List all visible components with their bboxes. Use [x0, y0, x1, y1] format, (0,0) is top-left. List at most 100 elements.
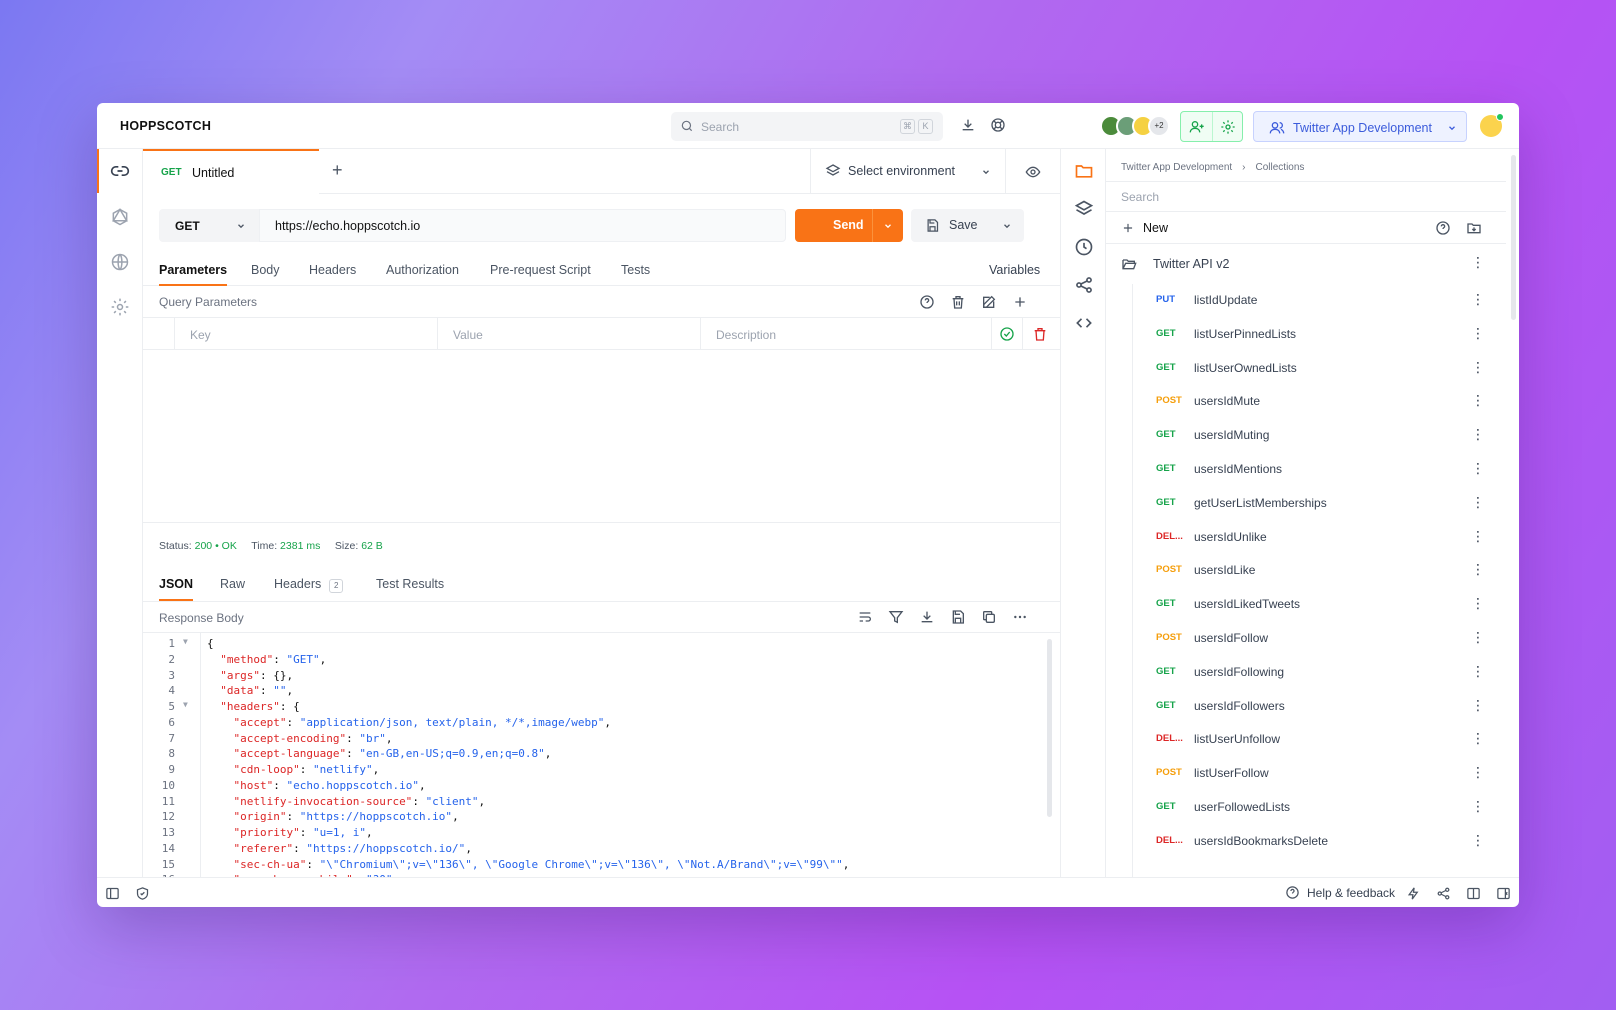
collection-request-item[interactable]: GET listUserOwnedLists ⋮: [1106, 350, 1506, 384]
import-folder-icon[interactable]: [1466, 220, 1482, 236]
chevron-down-icon[interactable]: [1002, 221, 1012, 231]
more-vertical-icon[interactable]: ⋮: [1471, 460, 1485, 477]
collection-request-item[interactable]: GET usersIdMentions ⋮: [1106, 451, 1506, 485]
save-icon[interactable]: [950, 609, 966, 625]
filter-icon[interactable]: [888, 609, 904, 625]
more-vertical-icon[interactable]: ⋮: [1471, 832, 1485, 849]
breadcrumb-workspace[interactable]: Twitter App Development: [1121, 162, 1232, 173]
more-vertical-icon[interactable]: ⋮: [1471, 730, 1485, 747]
tab-parameters[interactable]: Parameters: [159, 263, 228, 286]
collections-search-input[interactable]: Search: [1106, 181, 1506, 212]
more-vertical-icon[interactable]: ⋮: [1471, 561, 1485, 578]
panel-divider[interactable]: [143, 522, 1060, 523]
app-brand[interactable]: HOPPSCOTCH: [120, 119, 211, 133]
rest-link-icon[interactable]: [110, 161, 130, 181]
fold-arrow-icon[interactable]: ▼: [183, 637, 188, 646]
trash-icon[interactable]: [950, 294, 966, 310]
more-vertical-icon[interactable]: ⋮: [1471, 697, 1485, 714]
download-icon[interactable]: [919, 609, 935, 625]
response-body-code[interactable]: 1 ▼{2 "method": "GET", 3 "args": {}, 4 "dat…: [143, 633, 1060, 877]
plus-icon[interactable]: [1012, 294, 1028, 310]
settings-icon[interactable]: [110, 297, 130, 317]
lightning-icon[interactable]: [1406, 886, 1421, 901]
wrap-lines-icon[interactable]: [857, 609, 873, 625]
more-vertical-icon[interactable]: ⋮: [1471, 798, 1485, 815]
method-select[interactable]: GET: [159, 209, 259, 242]
new-collection-button[interactable]: New: [1143, 221, 1168, 235]
collection-request-item[interactable]: PUT listIdUpdate ⋮: [1106, 282, 1506, 316]
collections-scrollbar[interactable]: [1511, 155, 1516, 320]
tab-json[interactable]: JSON: [159, 577, 194, 601]
url-input[interactable]: https://echo.hoppscotch.io: [259, 209, 786, 242]
collection-request-item[interactable]: POST usersIdMute ⋮: [1106, 383, 1506, 417]
tab-body[interactable]: Body: [251, 263, 280, 277]
more-vertical-icon[interactable]: ⋮: [1471, 359, 1485, 376]
collection-request-item[interactable]: GET userFollowedLists ⋮: [1106, 789, 1506, 823]
collection-request-item[interactable]: GET getUserListMemberships ⋮: [1106, 485, 1506, 519]
tab-tests[interactable]: Tests: [621, 263, 650, 277]
collection-request-item[interactable]: DEL... usersIdUnlike ⋮: [1106, 519, 1506, 553]
gear-icon[interactable]: [1220, 119, 1236, 135]
download-icon[interactable]: [960, 117, 976, 133]
right-sidebar-toggle-icon[interactable]: [1496, 886, 1511, 901]
history-icon[interactable]: [1074, 237, 1094, 257]
more-vertical-icon[interactable]: ⋮: [1471, 494, 1485, 511]
collection-request-item[interactable]: POST usersIdFollow ⋮: [1106, 620, 1506, 654]
collection-request-item[interactable]: GET listUserPinnedLists ⋮: [1106, 316, 1506, 350]
environment-view-button[interactable]: [1005, 149, 1060, 194]
layers-icon[interactable]: [1074, 199, 1094, 219]
variables-link[interactable]: Variables: [989, 263, 1040, 277]
more-vertical-icon[interactable]: ⋮: [1471, 595, 1485, 612]
share-icon[interactable]: [1436, 886, 1451, 901]
tab-response-headers[interactable]: Headers 2: [274, 577, 344, 593]
description-input[interactable]: Description: [700, 318, 991, 350]
shield-icon[interactable]: [135, 886, 150, 901]
value-input[interactable]: Value: [437, 318, 700, 350]
collection-request-item[interactable]: POST usersIdLike ⋮: [1106, 552, 1506, 586]
request-tab[interactable]: GET Untitled: [143, 149, 319, 194]
more-vertical-icon[interactable]: ⋮: [1471, 764, 1485, 781]
add-user-icon[interactable]: [1189, 119, 1205, 135]
folder-icon[interactable]: [1074, 161, 1094, 181]
collection-request-item[interactable]: GET usersIdFollowing ⋮: [1106, 654, 1506, 688]
environment-selector[interactable]: Select environment: [810, 149, 1005, 194]
key-input[interactable]: Key: [174, 318, 437, 350]
code-icon[interactable]: [1074, 313, 1094, 333]
more-vertical-icon[interactable]: ⋮: [1471, 254, 1485, 271]
more-vertical-icon[interactable]: ⋮: [1471, 426, 1485, 443]
chevron-down-icon[interactable]: [883, 221, 893, 231]
collection-folder[interactable]: Twitter API v2 ⋮: [1106, 244, 1506, 282]
delete-row-button[interactable]: [1022, 318, 1060, 350]
more-vertical-icon[interactable]: ⋮: [1471, 392, 1485, 409]
workspace-selector[interactable]: Twitter App Development: [1253, 111, 1467, 142]
graphql-icon[interactable]: [110, 207, 130, 227]
collection-request-item[interactable]: GET usersIdLikedTweets ⋮: [1106, 586, 1506, 620]
collection-request-item[interactable]: DEL... listUserUnfollow ⋮: [1106, 721, 1506, 755]
user-avatar[interactable]: [1480, 113, 1504, 137]
collection-request-item[interactable]: GET usersIdMuting ⋮: [1106, 417, 1506, 451]
tab-authorization[interactable]: Authorization: [386, 263, 459, 277]
fold-arrow-icon[interactable]: ▼: [183, 700, 188, 709]
more-vertical-icon[interactable]: ⋮: [1471, 528, 1485, 545]
collection-request-item[interactable]: POST listUserFollow ⋮: [1106, 755, 1506, 789]
sidebar-toggle-icon[interactable]: [105, 886, 120, 901]
tab-headers[interactable]: Headers: [309, 263, 356, 277]
collection-request-item[interactable]: GET usersIdFollowers ⋮: [1106, 688, 1506, 722]
save-button[interactable]: Save: [911, 209, 1024, 242]
more-vertical-icon[interactable]: ⋮: [1471, 325, 1485, 342]
tab-raw[interactable]: Raw: [220, 577, 245, 591]
tab-pre-request-script[interactable]: Pre-request Script: [490, 263, 591, 277]
help-icon[interactable]: [1435, 220, 1451, 236]
send-button[interactable]: Send: [795, 209, 903, 242]
breadcrumb-collections[interactable]: Collections: [1256, 162, 1305, 173]
plus-icon[interactable]: [1121, 221, 1135, 235]
edit-icon[interactable]: [981, 294, 997, 310]
more-vertical-icon[interactable]: ⋮: [1471, 663, 1485, 680]
more-vertical-icon[interactable]: ⋮: [1471, 291, 1485, 308]
global-search[interactable]: Search ⌘ K: [671, 112, 943, 141]
support-icon[interactable]: [990, 117, 1006, 133]
globe-icon[interactable]: [110, 252, 130, 272]
share-icon[interactable]: [1074, 275, 1094, 295]
more-vertical-icon[interactable]: ⋮: [1471, 629, 1485, 646]
copy-icon[interactable]: [981, 609, 997, 625]
